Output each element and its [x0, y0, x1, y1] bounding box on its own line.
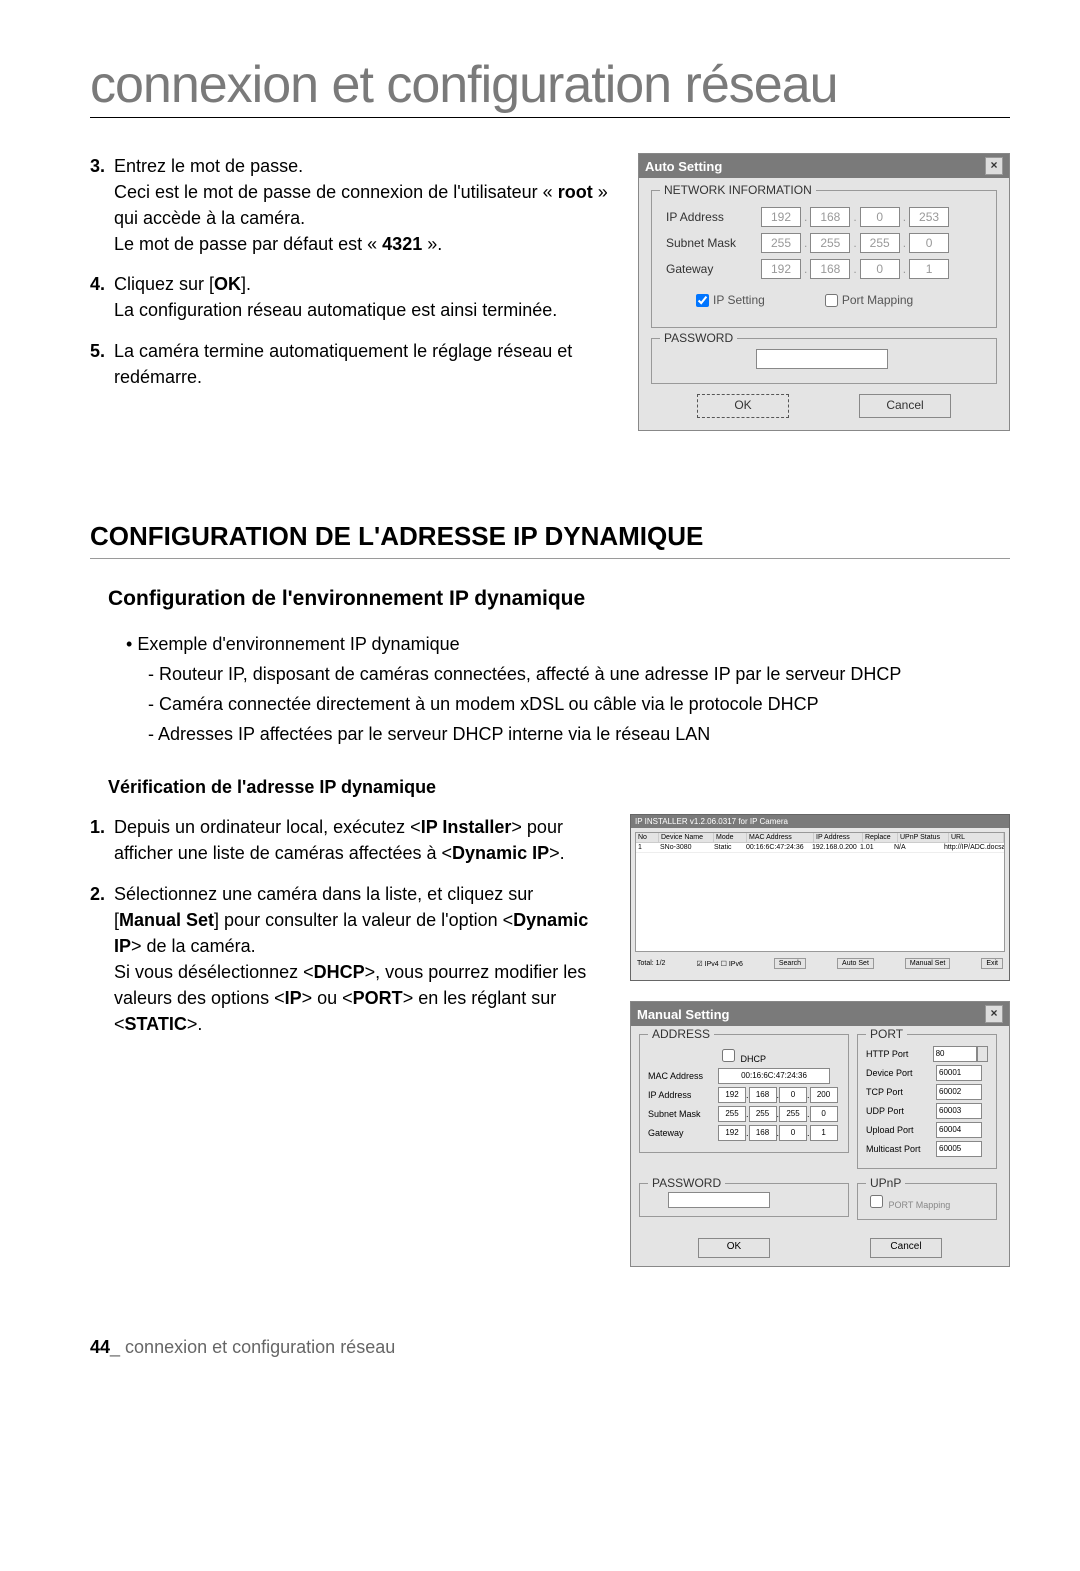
port-mapping-checkbox[interactable]: PORT Mapping [866, 1200, 950, 1210]
ok-button[interactable]: OK [697, 394, 789, 418]
step3-text: Entrez le mot de passe. [114, 156, 303, 176]
dialog-title: Auto Setting [645, 159, 722, 174]
table-row[interactable]: 1 SNo-3080 Static 00:16:6C:47:24:36 192.… [636, 843, 1004, 853]
autoset-button[interactable]: Auto Set [837, 958, 874, 969]
step5-text: La caméra termine automatiquement le rég… [114, 341, 572, 387]
ip-setting-checkbox[interactable]: IP Setting [696, 293, 765, 307]
ip-installer-window: IP INSTALLER v1.2.06.0317 for IP Camera … [630, 814, 1010, 981]
network-info-label: NETWORK INFORMATION [660, 183, 816, 197]
spinner-icon[interactable] [977, 1046, 989, 1062]
search-button[interactable]: Search [774, 958, 806, 969]
ip-octet[interactable]: 192 [761, 207, 801, 227]
cancel-button[interactable]: Cancel [870, 1238, 942, 1258]
page-title: connexion et configuration réseau [90, 55, 1010, 118]
http-port-input[interactable]: 80 [933, 1046, 977, 1062]
verification-heading: Vérification de l'adresse IP dynamique [108, 777, 1010, 798]
password-input[interactable] [668, 1192, 770, 1208]
camera-list[interactable]: No Device Name Mode MAC Address IP Addre… [635, 832, 1005, 952]
sub-heading: Configuration de l'environnement IP dyna… [108, 587, 1010, 611]
password-input[interactable] [756, 349, 888, 369]
steps-list-b: 1. Depuis un ordinateur local, exécutez … [90, 814, 600, 1267]
section-heading: CONFIGURATION DE L'ADRESSE IP DYNAMIQUE [90, 521, 1010, 559]
mac-input[interactable]: 00:16:6C:47:24:36 [718, 1068, 830, 1084]
exit-button[interactable]: Exit [981, 958, 1003, 969]
steps-list-a: 3. Entrez le mot de passe. Ceci est le m… [90, 153, 608, 431]
dhcp-checkbox[interactable]: DHCP [718, 1046, 766, 1065]
manual-setting-dialog: Manual Setting × ADDRESS DHCP MAC Addres… [630, 1001, 1010, 1267]
port-mapping-checkbox[interactable]: Port Mapping [825, 293, 913, 307]
body-text: • Exemple d'environnement IP dynamique -… [126, 631, 1010, 747]
ok-button[interactable]: OK [698, 1238, 770, 1258]
close-icon[interactable]: × [985, 1005, 1003, 1023]
close-icon[interactable]: × [985, 157, 1003, 175]
auto-setting-dialog: Auto Setting × NETWORK INFORMATION IP Ad… [638, 153, 1010, 431]
page-footer: 44_ connexion et configuration réseau [90, 1337, 1010, 1358]
cancel-button[interactable]: Cancel [859, 394, 951, 418]
manualset-button[interactable]: Manual Set [905, 958, 950, 969]
